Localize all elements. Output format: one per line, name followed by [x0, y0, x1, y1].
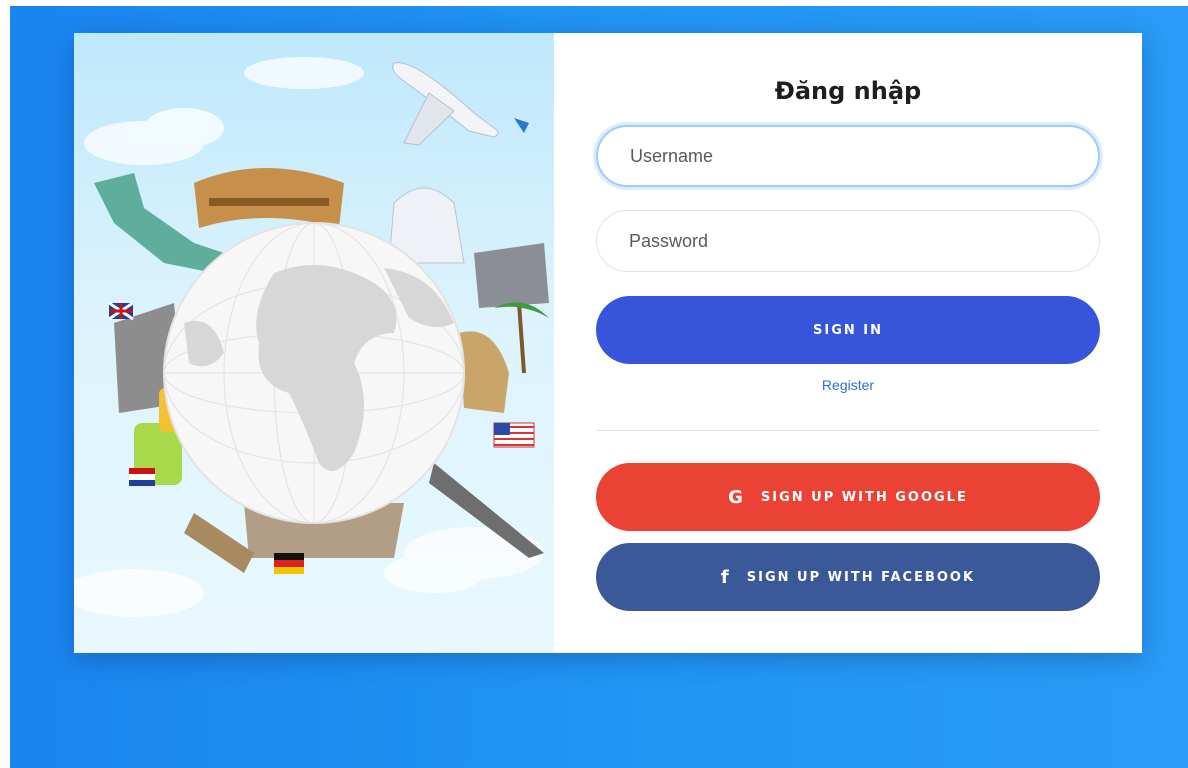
- password-input[interactable]: [596, 210, 1100, 272]
- facebook-signup-button[interactable]: f SIGN UP WITH FACEBOOK: [596, 543, 1100, 611]
- divider: [596, 430, 1100, 431]
- username-input[interactable]: [596, 125, 1100, 187]
- login-form: Đăng nhập SIGN IN Register G SIGN UP WIT…: [554, 33, 1142, 653]
- travel-illustration-svg: [74, 57, 549, 617]
- page-title: Đăng nhập: [774, 77, 922, 105]
- page-background: Đăng nhập SIGN IN Register G SIGN UP WIT…: [10, 6, 1188, 768]
- sign-in-label: SIGN IN: [813, 322, 883, 338]
- google-signup-label: SIGN UP WITH GOOGLE: [760, 489, 968, 505]
- travel-globe-illustration: [74, 33, 554, 653]
- sign-in-button[interactable]: SIGN IN: [596, 296, 1100, 364]
- facebook-signup-label: SIGN UP WITH FACEBOOK: [746, 569, 976, 585]
- google-icon: G: [728, 486, 743, 508]
- google-signup-button[interactable]: G SIGN UP WITH GOOGLE: [596, 463, 1100, 531]
- login-card: Đăng nhập SIGN IN Register G SIGN UP WIT…: [74, 33, 1142, 653]
- register-link[interactable]: Register: [554, 377, 1142, 393]
- facebook-icon: f: [720, 566, 729, 588]
